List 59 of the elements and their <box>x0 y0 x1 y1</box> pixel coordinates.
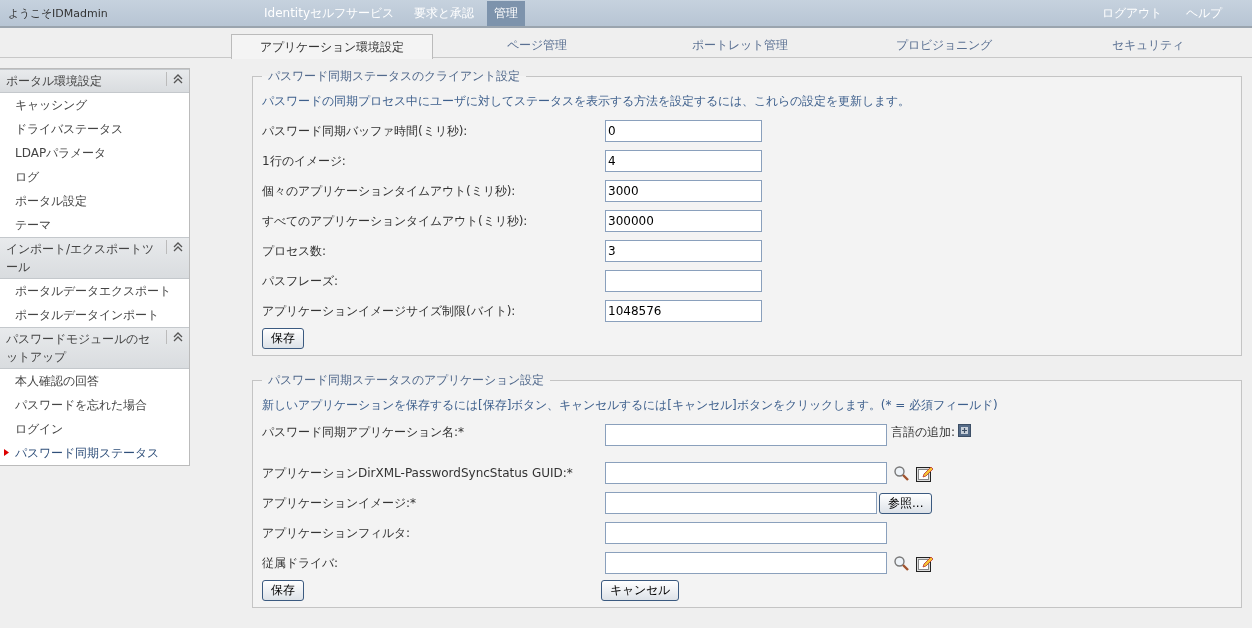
group-title: インポート/エクスポートツール <box>5 241 156 276</box>
edit-icon[interactable] <box>916 464 933 482</box>
panel-legend: パスワード同期ステータスのクライアント設定 <box>262 68 526 85</box>
input-field[interactable] <box>605 424 887 446</box>
field-label: プロセス数: <box>262 242 328 260</box>
sidebar-item[interactable]: キャッシング <box>15 96 87 114</box>
browse-button[interactable]: 参照... <box>879 492 933 514</box>
sidebar-item[interactable]: パスワードを忘れた場合 <box>15 396 147 414</box>
sidebar-item[interactable]: 本人確認の回答 <box>15 372 99 390</box>
save-button[interactable]: 保存 <box>262 580 304 601</box>
sidebar-item[interactable]: ポータル設定 <box>15 192 87 210</box>
input-field[interactable]: 4 <box>605 150 762 172</box>
field-label: アプリケーションイメージ:* <box>262 494 418 512</box>
sidebar-item[interactable]: ポータルデータエクスポート <box>15 282 171 300</box>
group-title: ポータル環境設定 <box>5 73 103 90</box>
tab[interactable]: ページ管理 <box>436 33 637 57</box>
tab[interactable]: ポートレット管理 <box>640 33 841 57</box>
input-field[interactable]: 3000 <box>605 180 762 202</box>
field-label: パスワード同期バッファ時間(ミリ秒): <box>262 122 469 140</box>
welcome-text: ようこそIDMadmin <box>7 5 109 21</box>
sidebar-item[interactable]: テーマ <box>15 216 51 234</box>
input-field[interactable]: 300000 <box>605 210 762 232</box>
search-icon[interactable] <box>893 554 910 572</box>
input-field[interactable] <box>605 270 762 292</box>
field-label: すべてのアプリケーションタイムアウト(ミリ秒): <box>262 212 529 230</box>
field-label: 従属ドライバ: <box>262 554 340 572</box>
tab[interactable]: アプリケーション環境設定 <box>231 34 433 59</box>
description-text: パスワードの同期プロセス中にユーザに対してステータスを表示する方法を設定するには、これらの設定を更新します。 <box>262 93 911 110</box>
sidebar-item[interactable]: ドライバステータス <box>15 120 123 138</box>
search-icon[interactable] <box>893 464 910 482</box>
field-label: 個々のアプリケーションタイムアウト(ミリ秒): <box>262 182 517 200</box>
tab[interactable]: セキュリティ <box>1048 33 1248 57</box>
sidebar-item[interactable]: パスワード同期ステータス <box>15 444 159 462</box>
field-label: アプリケーションDirXML-PasswordSyncStatus GUID:* <box>262 464 574 482</box>
sidebar-item[interactable]: ポータルデータインポート <box>15 306 159 324</box>
input-field[interactable] <box>605 552 887 574</box>
sidebar-item[interactable]: ログ <box>15 168 39 186</box>
group-title: パスワードモジュールのセットアップ <box>5 331 151 366</box>
input-field[interactable] <box>605 462 887 484</box>
field-label: パスフレーズ: <box>262 272 340 290</box>
tab[interactable]: プロビジョニング <box>844 33 1045 57</box>
sidebar-item[interactable]: LDAPパラメータ <box>15 144 107 162</box>
field-label: パスワード同期アプリケーション名:* <box>262 424 466 441</box>
input-field[interactable] <box>605 522 887 544</box>
input-field[interactable]: 0 <box>605 120 762 142</box>
add-language-label: 言語の追加: <box>891 424 956 441</box>
field-label: アプリケーションフィルタ: <box>262 524 412 542</box>
field-label: 1行のイメージ: <box>262 152 347 170</box>
input-field[interactable]: 1048576 <box>605 300 762 322</box>
panel-legend: パスワード同期ステータスのアプリケーション設定 <box>262 372 550 389</box>
edit-icon[interactable] <box>916 554 933 572</box>
cancel-button[interactable]: キャンセル <box>601 580 679 601</box>
input-field[interactable]: 3 <box>605 240 762 262</box>
save-button[interactable]: 保存 <box>262 328 304 349</box>
field-label: アプリケーションイメージサイズ制限(バイト): <box>262 302 517 320</box>
input-field[interactable] <box>605 492 877 514</box>
sidebar-item[interactable]: ログイン <box>15 420 63 438</box>
description-text: 新しいアプリケーションを保存するには[保存]ボタン、キャンセルするには[キャンセル]ボタンをクリックします。(* = 必須フィールド) <box>262 397 999 414</box>
add-icon[interactable] <box>958 424 972 437</box>
